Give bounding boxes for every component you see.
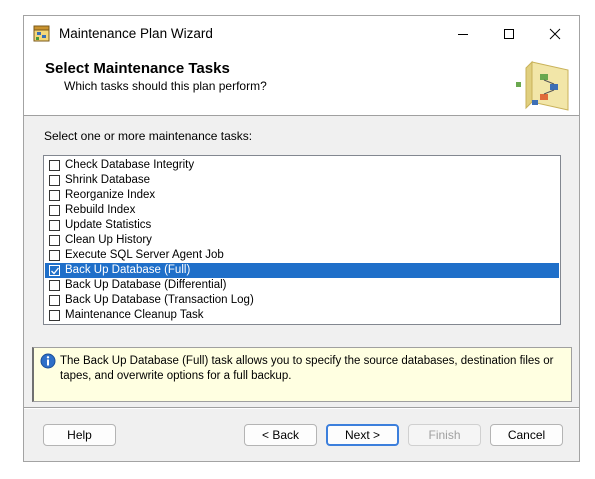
task-item[interactable]: Execute SQL Server Agent Job: [45, 248, 559, 263]
task-checkbox[interactable]: [49, 295, 60, 306]
task-item[interactable]: Check Database Integrity: [45, 158, 559, 173]
button-separator: [24, 407, 579, 409]
task-label: Shrink Database: [65, 174, 151, 186]
back-button[interactable]: < Back: [244, 424, 317, 446]
task-checkbox[interactable]: [49, 265, 60, 276]
task-item[interactable]: Rebuild Index: [45, 203, 559, 218]
finish-button: Finish: [408, 424, 481, 446]
task-prompt: Select one or more maintenance tasks:: [44, 129, 253, 143]
task-checkbox[interactable]: [49, 220, 60, 231]
maximize-icon: [504, 29, 514, 39]
wizard-window: Maintenance Plan Wizard Select Maintenan…: [23, 15, 580, 462]
task-label: Back Up Database (Transaction Log): [65, 294, 254, 306]
minimize-icon: [458, 34, 468, 35]
task-label: Update Statistics: [65, 219, 152, 231]
window-title: Maintenance Plan Wizard: [59, 26, 213, 41]
task-description-box: The Back Up Database (Full) task allows …: [32, 347, 572, 402]
task-label: Maintenance Cleanup Task: [65, 309, 204, 321]
wizard-flowchart-icon: [510, 56, 574, 114]
task-item[interactable]: Maintenance Cleanup Task: [45, 308, 559, 323]
maintenance-plan-app-icon: [33, 25, 51, 43]
next-button[interactable]: Next >: [326, 424, 399, 446]
wizard-header: Select Maintenance Tasks Which tasks sho…: [24, 52, 579, 116]
task-item[interactable]: Back Up Database (Full): [45, 263, 559, 278]
task-description-text: The Back Up Database (Full) task allows …: [60, 355, 554, 382]
task-checkbox[interactable]: [49, 250, 60, 261]
task-checkbox[interactable]: [49, 310, 60, 321]
task-label: Check Database Integrity: [65, 159, 195, 171]
info-icon: [40, 353, 56, 369]
minimize-button[interactable]: [440, 16, 486, 52]
task-label: Back Up Database (Full): [65, 264, 191, 276]
task-label: Rebuild Index: [65, 204, 136, 216]
task-checkbox[interactable]: [49, 280, 60, 291]
maximize-button[interactable]: [486, 16, 532, 52]
task-checkbox[interactable]: [49, 190, 60, 201]
task-label: Clean Up History: [65, 234, 152, 246]
close-icon: [549, 28, 561, 40]
cancel-button[interactable]: Cancel: [490, 424, 563, 446]
maintenance-task-list[interactable]: Check Database Integrity Shrink Database R…: [43, 155, 561, 325]
help-button[interactable]: Help: [43, 424, 116, 446]
task-checkbox[interactable]: [49, 205, 60, 216]
task-item[interactable]: Back Up Database (Differential): [45, 278, 559, 293]
close-button[interactable]: [532, 16, 578, 52]
task-item[interactable]: Clean Up History: [45, 233, 559, 248]
task-label: Execute SQL Server Agent Job: [65, 249, 224, 261]
title-bar: Maintenance Plan Wizard: [24, 16, 579, 52]
task-label: Back Up Database (Differential): [65, 279, 227, 291]
task-label: Reorganize Index: [65, 189, 156, 201]
page-subtitle: Which tasks should this plan perform?: [64, 79, 267, 93]
checkmark-icon: [51, 267, 60, 275]
task-checkbox[interactable]: [49, 235, 60, 246]
task-item[interactable]: Back Up Database (Transaction Log): [45, 293, 559, 308]
task-item[interactable]: Reorganize Index: [45, 188, 559, 203]
task-item[interactable]: Shrink Database: [45, 173, 559, 188]
task-item[interactable]: Update Statistics: [45, 218, 559, 233]
task-checkbox[interactable]: [49, 175, 60, 186]
page-title: Select Maintenance Tasks: [45, 60, 230, 77]
task-checkbox[interactable]: [49, 160, 60, 171]
